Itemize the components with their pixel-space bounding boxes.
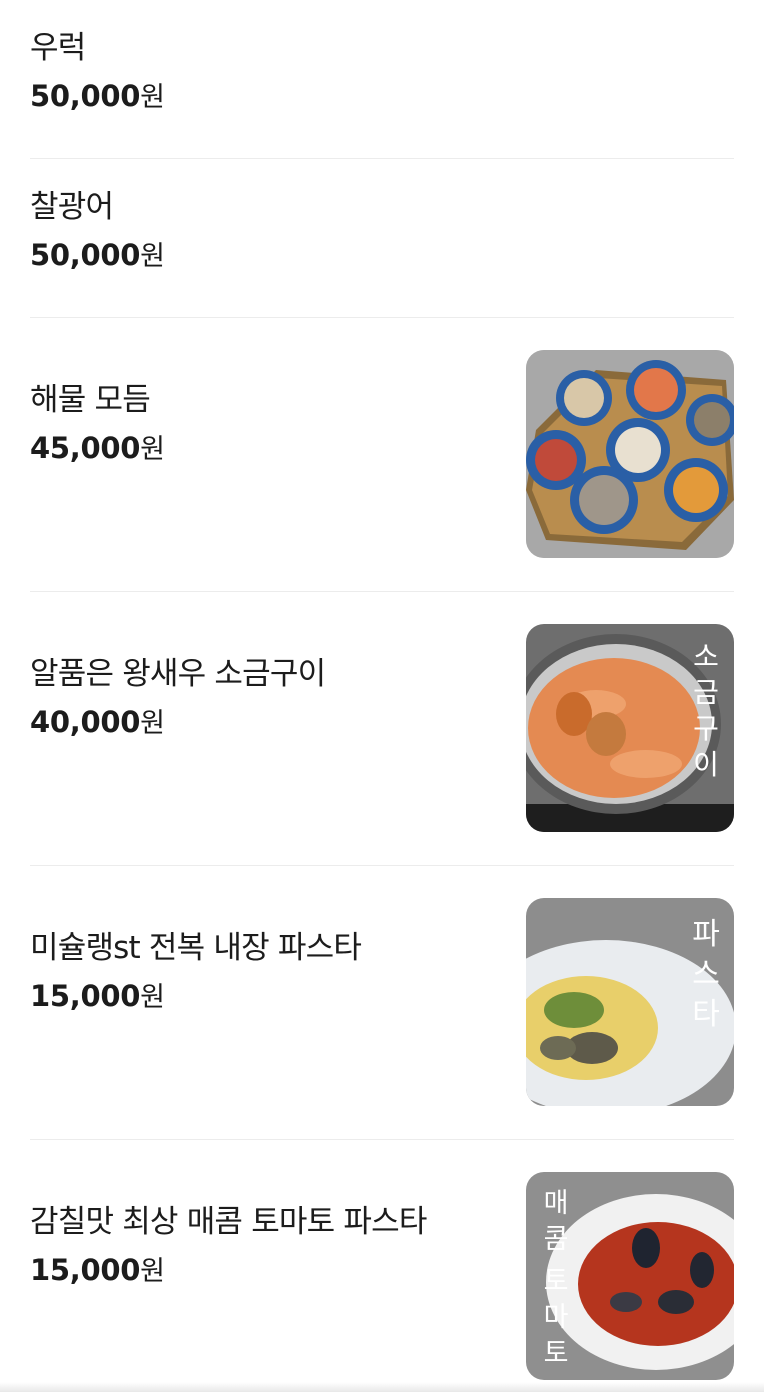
- overlay-char: 콤: [544, 1224, 569, 1255]
- price-unit: 원: [140, 434, 165, 465]
- price-unit: 원: [140, 82, 165, 113]
- menu-item-text: 찰광어 50,000원: [30, 187, 165, 278]
- menu-item[interactable]: 감칠맛 최상 매콤 토마토 파스타 15,000원 매 콤 토 마 토: [30, 1140, 734, 1392]
- menu-item-text: 해물 모듬 45,000원: [30, 380, 165, 471]
- menu-item-name: 찰광어: [30, 189, 114, 225]
- menu-list: 우럭 50,000원 찰광어 50,000원 해물 모듬 45,000원 알품은…: [0, 0, 764, 1392]
- menu-item-name: 우럭: [30, 30, 86, 66]
- price-value: 40,000: [30, 705, 141, 739]
- menu-item[interactable]: 우럭 50,000원: [30, 0, 734, 159]
- overlay-char: 금: [693, 676, 719, 709]
- menu-item-text: 감칠맛 최상 매콤 토마토 파스타 15,000원: [30, 1202, 427, 1293]
- overlay-char: 파: [692, 917, 720, 952]
- menu-item-text: 미슐랭st 전복 내장 파스타 15,000원: [30, 928, 362, 1019]
- menu-item[interactable]: 해물 모듬 45,000원: [30, 318, 734, 592]
- menu-item-name: 알품은 왕새우 소금구이: [30, 656, 326, 692]
- abalone-pasta-image[interactable]: 파 스 타: [526, 898, 734, 1106]
- price-value: 15,000: [30, 979, 141, 1013]
- menu-item-text: 우럭 50,000원: [30, 28, 165, 119]
- price-unit: 원: [140, 241, 165, 272]
- overlay-char: 스: [692, 957, 720, 992]
- seafood-platter-image[interactable]: [526, 350, 734, 558]
- menu-item-price: 50,000원: [30, 78, 165, 119]
- spicy-tomato-pasta-image[interactable]: 매 콤 토 마 토: [526, 1172, 734, 1380]
- menu-item[interactable]: 찰광어 50,000원: [30, 159, 734, 318]
- overlay-char: 매: [544, 1188, 569, 1219]
- overlay-char: 소: [693, 640, 719, 673]
- menu-item-price: 50,000원: [30, 237, 165, 278]
- menu-item[interactable]: 미슐랭st 전복 내장 파스타 15,000원 파 스 타: [30, 866, 734, 1140]
- price-unit: 원: [140, 708, 165, 739]
- menu-item-text: 알품은 왕새우 소금구이 40,000원: [30, 654, 326, 745]
- price-value: 50,000: [30, 238, 141, 272]
- price-value: 45,000: [30, 431, 141, 465]
- salt-grilled-shrimp-image[interactable]: 소 금 구 이: [526, 624, 734, 832]
- menu-item-price: 45,000원: [30, 430, 165, 471]
- price-unit: 원: [140, 982, 165, 1013]
- menu-item-price: 15,000원: [30, 978, 361, 1019]
- price-unit: 원: [140, 1256, 165, 1287]
- price-value: 15,000: [30, 1253, 141, 1287]
- menu-item-name: 감칠맛 최상 매콤 토마토 파스타: [30, 1204, 427, 1240]
- menu-item-name: 미슐랭st 전복 내장 파스타: [30, 930, 362, 966]
- bottom-fade: [0, 1382, 764, 1392]
- menu-item-price: 40,000원: [30, 704, 325, 745]
- overlay-char: 토: [544, 1266, 569, 1297]
- overlay-char: 마: [544, 1302, 569, 1333]
- overlay-char: 타: [692, 997, 720, 1032]
- menu-item[interactable]: 알품은 왕새우 소금구이 40,000원 소 금 구 이: [30, 592, 734, 866]
- menu-item-price: 15,000원: [30, 1252, 427, 1293]
- overlay-char: 구: [693, 712, 719, 745]
- price-value: 50,000: [30, 79, 141, 113]
- overlay-char: 토: [544, 1338, 569, 1369]
- menu-item-name: 해물 모듬: [30, 382, 151, 418]
- overlay-char: 이: [693, 748, 719, 781]
